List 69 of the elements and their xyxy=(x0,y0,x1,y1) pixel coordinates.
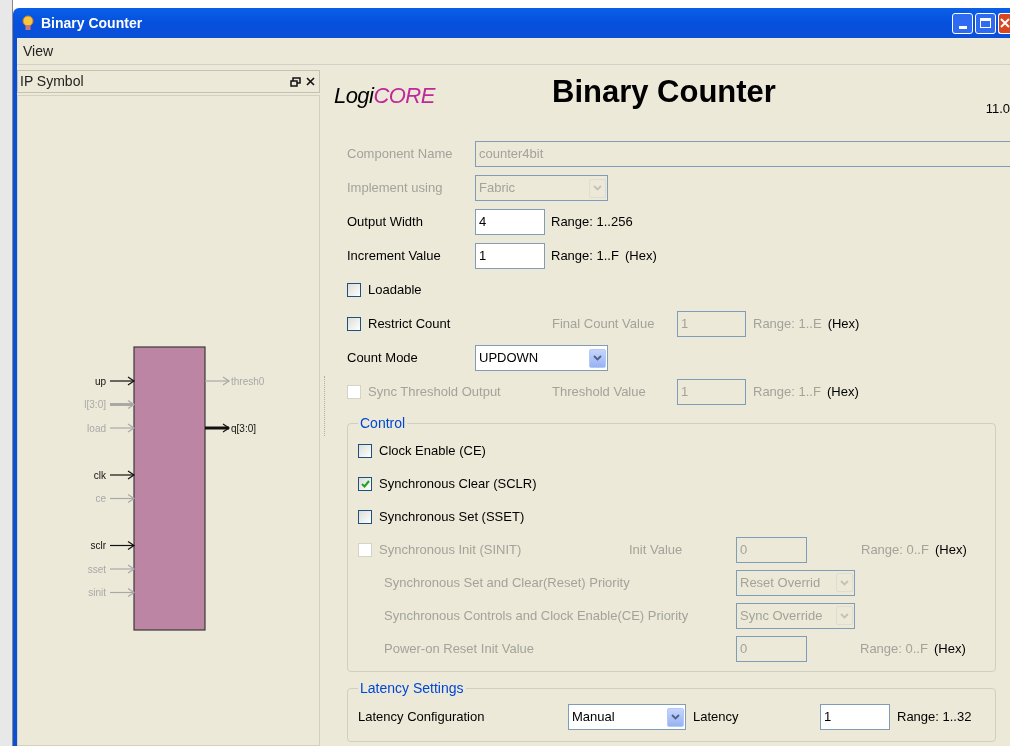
range-text: Range: 1..E xyxy=(753,315,822,334)
logo: LogiCORE xyxy=(334,82,435,110)
checkbox-label[interactable]: Loadable xyxy=(368,280,422,300)
maximize-button[interactable] xyxy=(975,12,996,34)
splitter-handle[interactable] xyxy=(324,375,326,436)
close-icon[interactable] xyxy=(306,77,315,86)
panel-title: IP Symbol xyxy=(20,72,84,91)
field-label: Power-on Reset Init Value xyxy=(383,639,536,658)
field-label: Latency Configuration xyxy=(358,708,486,727)
text-field[interactable]: 1 xyxy=(475,243,545,269)
text-field[interactable]: 4 xyxy=(475,209,545,235)
dropdown-caret-icon[interactable] xyxy=(589,348,606,368)
close-icon xyxy=(999,18,1010,28)
pin-label: up xyxy=(94,375,106,387)
unit-text: (Hex) xyxy=(826,383,859,402)
page-title: Binary Counter xyxy=(552,73,776,111)
pin-label: load xyxy=(87,422,106,434)
field-label: Count Mode xyxy=(347,349,419,368)
field-label: Increment Value xyxy=(347,247,442,266)
range-text: Range: 1..F xyxy=(551,247,619,266)
pin-label: sclr xyxy=(90,540,106,551)
range-text: Range: 1..32 xyxy=(897,708,972,727)
unit-text: (Hex) xyxy=(933,639,966,658)
pin-label: clk xyxy=(93,469,106,481)
group-title: Control xyxy=(359,414,407,433)
checkbox[interactable] xyxy=(358,509,372,524)
dropdown-caret-icon[interactable] xyxy=(667,707,684,727)
unit-text: (Hex) xyxy=(934,540,967,559)
pin-label: thresh0 xyxy=(231,375,265,387)
checkbox-label[interactable]: Clock Enable (CE) xyxy=(379,440,486,461)
dropdown[interactable]: Manual xyxy=(568,704,686,730)
pin-label: ce xyxy=(95,493,106,504)
version-text: 11.0 xyxy=(985,100,1010,118)
field-label: Latency xyxy=(693,708,740,727)
checkbox[interactable] xyxy=(347,283,361,297)
field-label: Synchronous Controls and Clock Enable(CE) Priority xyxy=(383,606,690,625)
unit-text: (Hex) xyxy=(624,247,657,266)
field-label: Synchronous Set and Clear(Reset) Priority xyxy=(383,573,631,592)
menu-item[interactable]: View xyxy=(21,40,56,62)
checkmark-icon xyxy=(360,479,370,488)
text-field[interactable]: 1 xyxy=(820,704,890,730)
checkbox-label[interactable]: Synchronous Clear (SCLR) xyxy=(379,473,537,494)
field-label: Final Count Value xyxy=(552,315,656,334)
window-title: Binary Counter xyxy=(41,13,143,33)
range-text: Range: 0..F xyxy=(861,540,929,559)
checkbox[interactable] xyxy=(347,317,361,331)
pin-label: sinit xyxy=(88,587,106,598)
field-label: Init Value xyxy=(629,540,684,559)
pin-label: l[3:0] xyxy=(84,399,106,410)
range-text: Range: 0..F xyxy=(860,639,928,658)
pin-label: q[3:0] xyxy=(231,422,257,434)
unit-text: (Hex) xyxy=(827,315,860,334)
field-label: Implement using xyxy=(347,179,444,198)
checkbox-label[interactable]: Synchronous Set (SSET) xyxy=(379,506,525,527)
range-text: Range: 1..F xyxy=(753,383,821,402)
field-label: Output Width xyxy=(347,213,424,232)
minimize-button[interactable] xyxy=(952,12,973,34)
lightbulb-icon xyxy=(21,14,35,32)
checkbox-label[interactable]: Restrict Count xyxy=(368,314,451,334)
range-text: Range: 1..256 xyxy=(551,213,633,232)
checkbox[interactable] xyxy=(358,476,372,491)
field-label: Threshold Value xyxy=(552,383,647,402)
restore-icon[interactable] xyxy=(290,76,301,87)
field-label: Component Name xyxy=(347,145,454,164)
group-title: Latency Settings xyxy=(359,679,465,698)
close-button[interactable] xyxy=(998,12,1010,34)
checkbox[interactable] xyxy=(358,443,372,458)
pin-label: sset xyxy=(87,563,106,575)
dropdown[interactable]: UPDOWN xyxy=(475,345,608,371)
